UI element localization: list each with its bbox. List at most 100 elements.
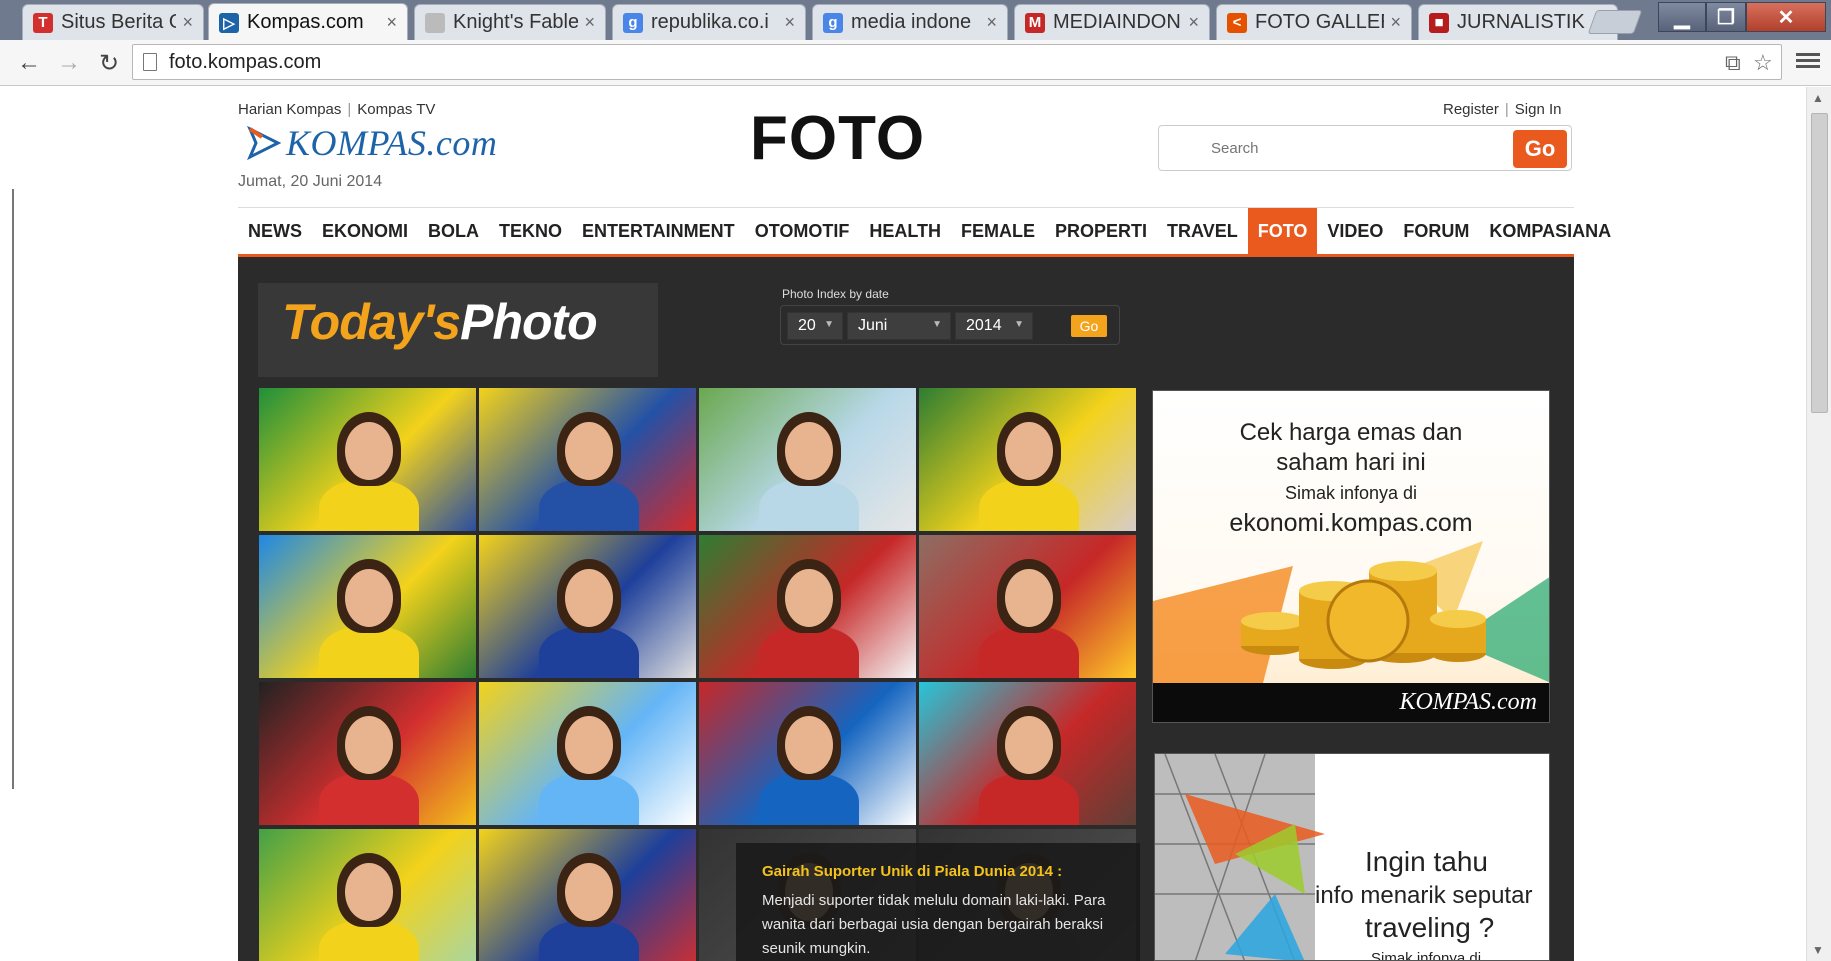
photo-thumbnail[interactable]: [478, 387, 697, 532]
photo-index-form: 20 ▼ Juni ▼ 2014 ▼ Go: [780, 305, 1120, 345]
scroll-up-icon[interactable]: ▲: [1812, 91, 1824, 105]
photo-thumbnail[interactable]: [478, 534, 697, 679]
tab-close-icon[interactable]: ×: [784, 12, 795, 33]
travel-ad[interactable]: Ingin tahu info menarik seputar travelin…: [1154, 753, 1550, 961]
browser-tab[interactable]: g media indone ×: [812, 4, 1008, 40]
search-input[interactable]: [1167, 132, 1467, 164]
new-tab-button[interactable]: [1587, 10, 1643, 34]
nav-item-travel[interactable]: TRAVEL: [1157, 208, 1248, 255]
photo-thumbnail[interactable]: [478, 828, 697, 961]
tab-label: FOTO GALLER: [1255, 11, 1385, 33]
sign-in-link[interactable]: Sign In: [1515, 101, 1562, 118]
travel-ad-line1: Ingin tahu: [1365, 846, 1488, 877]
page-scrollbar[interactable]: ▲ ▼: [1806, 87, 1831, 961]
tab-label: media indone: [851, 11, 972, 33]
photo-thumbnail[interactable]: [258, 681, 477, 826]
nav-item-entertainment[interactable]: ENTERTAINMENT: [572, 208, 745, 255]
nav-item-bola[interactable]: BOLA: [418, 208, 489, 255]
nav-item-otomotif[interactable]: OTOMOTIF: [745, 208, 860, 255]
photo-caption[interactable]: Gairah Suporter Unik di Piala Dunia 2014…: [736, 843, 1140, 961]
gold-ad-line1: Cek harga emas dan: [1239, 419, 1463, 446]
photo-thumbnail[interactable]: [918, 534, 1137, 679]
mi-favicon-icon: M: [1025, 12, 1045, 33]
tab-close-icon[interactable]: ×: [986, 12, 997, 33]
url-text[interactable]: foto.kompas.com: [169, 51, 321, 74]
nav-item-kompasiana[interactable]: KOMPASIANA: [1479, 208, 1621, 255]
search-go-button[interactable]: Go: [1513, 130, 1567, 168]
share-favicon-icon: <: [1227, 12, 1247, 33]
tempo-favicon-icon: T: [33, 12, 53, 33]
browser-tabstrip: T Situs Berita O × ▷ Kompas.com × Knight's Fab…: [0, 0, 1831, 41]
month-select[interactable]: Juni ▼: [847, 312, 951, 340]
gold-ad-brand: KOMPAS.com: [1399, 689, 1537, 715]
chrome-menu-icon[interactable]: [1796, 50, 1820, 74]
minimize-window-icon[interactable]: ▁: [1658, 2, 1706, 32]
gold-price-ad[interactable]: Cek harga emas dan saham hari ini Simak …: [1152, 390, 1550, 723]
tab-close-icon[interactable]: ×: [584, 12, 595, 33]
photo-thumbnail[interactable]: [258, 828, 477, 961]
nav-item-forum[interactable]: FORUM: [1393, 208, 1479, 255]
tab-label: MEDIAINDON: [1053, 11, 1181, 33]
photo-thumbnail[interactable]: [258, 534, 477, 679]
browser-tab[interactable]: ■JURNALISTIK×: [1418, 4, 1618, 40]
browser-tab[interactable]: M MEDIAINDON ×: [1014, 4, 1210, 40]
address-bar[interactable]: foto.kompas.com ⧉ ☆: [132, 44, 1782, 80]
tab-close-icon[interactable]: ×: [386, 12, 397, 33]
gold-ad-line2: saham hari ini: [1276, 449, 1426, 476]
tab-close-icon[interactable]: ×: [182, 12, 193, 33]
photo-thumbnail[interactable]: [698, 681, 917, 826]
browser-tab[interactable]: g republika.co.i ×: [612, 4, 806, 40]
caption-title[interactable]: Gairah Suporter Unik di Piala Dunia 2014…: [762, 863, 1062, 880]
day-select[interactable]: 20 ▼: [787, 312, 843, 340]
kompas-logo[interactable]: KOMPAS.com: [244, 121, 497, 165]
photo-thumbnail[interactable]: [258, 387, 477, 532]
photo-index-label: Photo Index by date: [782, 287, 889, 301]
maximize-window-icon[interactable]: ❐: [1706, 2, 1746, 32]
reload-icon[interactable]: ↻: [94, 48, 124, 78]
kompas-tv-link[interactable]: Kompas TV: [357, 101, 435, 118]
nav-item-female[interactable]: FEMALE: [951, 208, 1045, 255]
forward-arrow-icon[interactable]: →: [54, 48, 84, 78]
photo-thumbnail[interactable]: [918, 681, 1137, 826]
photo-thumbnail[interactable]: [478, 681, 697, 826]
popup-blocked-icon[interactable]: ⧉: [1725, 50, 1741, 76]
nav-item-ekonomi[interactable]: EKONOMI: [312, 208, 418, 255]
tab-label: Situs Berita O: [61, 11, 177, 33]
top-links: Harian Kompas | Kompas TV: [238, 101, 436, 118]
photo-index-go-button[interactable]: Go: [1071, 315, 1107, 337]
google-favicon-icon: g: [823, 12, 843, 33]
browser-tab[interactable]: Knight's Fable ×: [414, 4, 606, 40]
nav-item-foto[interactable]: FOTO: [1247, 207, 1318, 255]
photo-thumbnail[interactable]: [698, 534, 917, 679]
photo-thumbnail[interactable]: [698, 387, 917, 532]
nav-item-health[interactable]: HEALTH: [859, 208, 951, 255]
close-window-icon[interactable]: ✕: [1746, 2, 1826, 32]
photo-thumbnail[interactable]: [918, 387, 1137, 532]
tab-close-icon[interactable]: ×: [1390, 12, 1401, 33]
nav-item-news[interactable]: NEWS: [238, 208, 312, 255]
nav-item-properti[interactable]: PROPERTI: [1045, 208, 1157, 255]
browser-tab[interactable]: ▷ Kompas.com ×: [208, 3, 408, 41]
scroll-down-icon[interactable]: ▼: [1812, 943, 1824, 957]
blog-favicon-icon: ■: [1429, 12, 1449, 33]
nav-item-video[interactable]: VIDEO: [1317, 208, 1393, 255]
search-form: Go: [1158, 125, 1572, 171]
harian-kompas-link[interactable]: Harian Kompas: [238, 101, 341, 118]
travel-ad-line3: traveling ?: [1365, 912, 1495, 943]
browser-toolbar: ← → ↻ foto.kompas.com ⧉ ☆: [0, 40, 1831, 86]
browser-tab[interactable]: < FOTO GALLER ×: [1216, 4, 1412, 40]
year-select[interactable]: 2014 ▼: [955, 312, 1033, 340]
gold-ad-line3: Simak infonya di: [1284, 483, 1418, 503]
gold-ad-brand-bar: KOMPAS.com: [1153, 683, 1549, 722]
tab-close-icon[interactable]: ×: [1188, 12, 1199, 33]
scrollbar-thumb[interactable]: [1811, 113, 1828, 413]
user-links: Register | Sign In: [1443, 101, 1562, 118]
back-arrow-icon[interactable]: ←: [14, 48, 44, 78]
chevron-down-icon: ▼: [1014, 319, 1024, 330]
nav-item-tekno[interactable]: TEKNO: [489, 208, 572, 255]
bookmark-star-icon[interactable]: ☆: [1753, 50, 1773, 76]
left-divider: [12, 189, 14, 789]
register-link[interactable]: Register: [1443, 101, 1499, 118]
browser-tab[interactable]: T Situs Berita O ×: [22, 4, 204, 40]
page-title: FOTO: [750, 104, 926, 173]
